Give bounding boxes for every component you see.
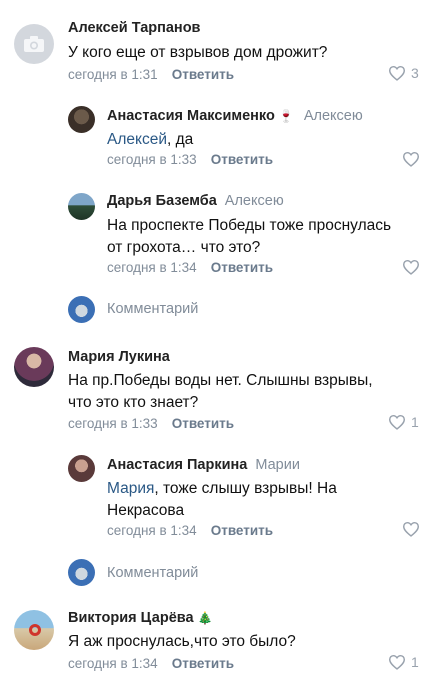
comment-text: что это кто знает?: [68, 394, 199, 411]
reply-author: Анастасия Паркина Марии: [107, 457, 300, 473]
comment-input[interactable]: Комментарий: [107, 301, 198, 317]
comment-time: сегодня в 1:34: [68, 656, 158, 671]
reply-button[interactable]: Ответить: [211, 152, 273, 167]
reply-author-name[interactable]: Дарья Баземба: [107, 193, 217, 209]
reply-to[interactable]: Марии: [255, 457, 300, 473]
comment-author[interactable]: Мария Лукина: [68, 349, 170, 365]
reply-button[interactable]: Ответить: [172, 67, 234, 82]
heart-icon: [402, 151, 420, 167]
mention-link[interactable]: Мария: [107, 480, 154, 497]
comment-time: сегодня в 1:31: [68, 67, 158, 82]
current-user-avatar: [68, 559, 95, 586]
avatar[interactable]: [68, 193, 95, 220]
comment-text: На пр.Победы воды нет. Слышны взрывы,: [68, 372, 373, 389]
avatar[interactable]: [14, 610, 54, 650]
comment-meta: сегодня в 1:31 Ответить: [68, 67, 234, 82]
avatar[interactable]: [68, 455, 95, 482]
heart-icon: [402, 259, 420, 275]
reply-meta: сегодня в 1:33 Ответить: [107, 152, 273, 167]
reply-text: Мария, тоже слышу взрывы! На: [107, 477, 337, 500]
reply-text: На проспекте Победы тоже проснулась: [107, 217, 392, 234]
reply-meta: сегодня в 1:34 Ответить: [107, 260, 273, 275]
reply-button[interactable]: Ответить: [172, 416, 234, 431]
comment-text: Я аж проснулась,что это было?: [68, 633, 296, 650]
camera-icon: [24, 36, 44, 52]
reply-to[interactable]: Алексею: [304, 108, 363, 124]
reply-to[interactable]: Алексею: [225, 193, 284, 209]
wine-glass-icon: 🍷: [278, 109, 294, 123]
reply-time: сегодня в 1:33: [107, 152, 197, 167]
comment-author[interactable]: Алексей Тарпанов: [68, 20, 200, 36]
reply-author-name[interactable]: Анастасия Паркина: [107, 457, 247, 473]
like-button[interactable]: 1: [388, 414, 419, 430]
like-count: 1: [411, 414, 419, 430]
comment-time: сегодня в 1:33: [68, 416, 158, 431]
reply-button[interactable]: Ответить: [211, 260, 273, 275]
reply-time: сегодня в 1:34: [107, 523, 197, 538]
reply-text-body: , да: [167, 131, 194, 148]
like-button[interactable]: [402, 259, 420, 275]
heart-icon: [388, 65, 406, 81]
like-button[interactable]: 3: [388, 65, 419, 81]
like-button[interactable]: [402, 521, 420, 537]
reply-button[interactable]: Ответить: [172, 656, 234, 671]
tree-icon: 🎄: [197, 611, 213, 625]
mention-link[interactable]: Алексей: [107, 131, 167, 148]
comment-meta: сегодня в 1:33 Ответить: [68, 416, 234, 431]
like-count: 1: [411, 654, 419, 670]
like-button[interactable]: 1: [388, 654, 419, 670]
reply-author: Анастасия Максименко 🍷 Алексею: [107, 108, 363, 124]
like-count: 3: [411, 65, 419, 81]
like-button[interactable]: [402, 151, 420, 167]
comment-input[interactable]: Комментарий: [107, 565, 198, 581]
comment-text: У кого еще от взрывов дом дрожит?: [68, 44, 328, 61]
avatar[interactable]: [68, 106, 95, 133]
reply-time: сегодня в 1:34: [107, 260, 197, 275]
reply-text: Некрасова: [107, 502, 185, 519]
heart-icon: [388, 414, 406, 430]
reply-button[interactable]: Ответить: [211, 523, 273, 538]
avatar[interactable]: [14, 24, 54, 64]
heart-icon: [402, 521, 420, 537]
comment-author: Виктория Царёва 🎄: [68, 610, 213, 626]
reply-author: Дарья Баземба Алексею: [107, 193, 284, 209]
reply-meta: сегодня в 1:34 Ответить: [107, 523, 273, 538]
reply-author-name[interactable]: Анастасия Максименко: [107, 108, 275, 124]
reply-text-body: , тоже слышу взрывы! На: [154, 480, 337, 497]
reply-text: от грохота… что это?: [107, 239, 261, 256]
reply-text: Алексей, да: [107, 128, 193, 151]
comment-meta: сегодня в 1:34 Ответить: [68, 656, 234, 671]
avatar[interactable]: [14, 347, 54, 387]
heart-icon: [388, 654, 406, 670]
current-user-avatar: [68, 296, 95, 323]
comment-author-name[interactable]: Виктория Царёва: [68, 610, 194, 626]
